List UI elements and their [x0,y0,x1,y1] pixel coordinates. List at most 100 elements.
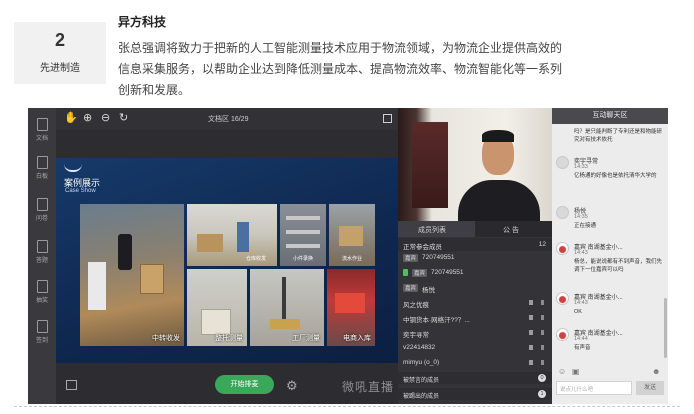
avatar [556,206,569,219]
member-row[interactable]: 中钢货本·网络汗??？... [398,311,552,325]
gift-icon [36,280,48,293]
member-panel: 成员列表 公 告 正常参会成员 12 嘉宾 720749551 嘉宾 72074… [398,108,552,404]
live-stream-app: 文档 白板 问卷 答题 抽奖 签到 ✋ ⊕ ⊖ ↻ 文档区 16/29 案例展示… [28,108,668,404]
muted-count: 0 [538,374,546,382]
chat-panel: 互动聊天区 吗？是只能判断了专利还是和物能研究对有技术依托 奕宇寻常 14:33… [552,108,668,404]
tool-label: 答题 [35,258,48,264]
chat-text: 有声音 [574,345,591,351]
member-row[interactable]: 嘉宾 720749551 [398,266,552,280]
member-actions-icon[interactable] [529,300,544,305]
tool-label: 问卷 [35,216,48,222]
zoom-out-icon[interactable]: ⊖ [101,111,110,124]
member-actions-icon[interactable] [529,315,544,320]
company-title: 异方科技 [118,15,167,29]
tool-document[interactable]: 文档 [28,118,56,142]
chat-text: OK [574,309,582,315]
member-row[interactable]: v22414832 [398,341,552,355]
rotate-icon[interactable]: ↻ [119,111,128,124]
tool-lottery[interactable]: 抽奖 [28,280,56,304]
presenter-video [398,108,552,221]
chat-time: 14:43 [574,250,588,256]
photo-small-warehouse: 小件录换 [280,204,326,266]
case-show-slide: 案例展示 Case Show 中转收发 仓库收发 小件录换 流水作业 整托测量 … [56,158,398,363]
chat-scrollbar[interactable] [664,298,667,358]
member-row[interactable]: mimyu (o_0) [398,356,552,370]
tool-label: 签到 [35,338,48,344]
document-toolbar: ✋ ⊕ ⊖ ↻ 文档区 16/29 [56,108,398,130]
online-label: 正常参会成员 [403,244,442,251]
slide-title-en: Case Show [65,188,96,194]
member-name: 720749551 [431,269,464,276]
divider [14,406,680,407]
member-actions-icon[interactable] [529,360,544,365]
image-icon[interactable]: ▣ [572,367,580,376]
left-toolbar: 文档 白板 问卷 答题 抽奖 签到 [28,108,56,404]
member-tag: 嘉宾 [403,284,419,292]
tab-members[interactable]: 成员列表 [418,225,446,235]
bottom-bar: 开始排麦 ⚙ 微吼直播 [56,366,398,404]
member-name: 中钢货本·网络汗??？... [403,317,470,324]
member-name: 奕宇寻常 [403,332,429,339]
photo-caption: 工厂测量 [292,335,320,342]
brand-watermark: 微吼直播 [342,380,395,394]
face-icon[interactable]: ☻ [652,367,660,376]
tool-whiteboard[interactable]: 白板 [28,156,56,180]
member-row[interactable]: 嘉宾 杨悦 [398,281,552,295]
section-category: 先进制造 [40,63,80,74]
photo-pallet: 整托测量 [187,269,247,346]
start-queue-button[interactable]: 开始排麦 [215,375,274,394]
avatar [556,242,569,255]
member-name: v22414832 [403,344,436,351]
article-paragraph: 张总强调将致力于把新的人工智能测量技术应用于物流领域，为物流企业提供高效的信息采… [118,41,563,97]
photo-caption: 整托测量 [215,335,243,342]
chat-input[interactable]: 说点儿什么吧 [556,381,632,395]
tool-label: 白板 [35,174,48,180]
member-tag: 嘉宾 [412,269,428,277]
online-members-header[interactable]: 正常参会成员 12 [398,238,552,251]
avatar [556,292,569,305]
chat-time: 14:44 [574,336,588,342]
chat-text: 亿杨通的好像也是依托清华大学的 [574,173,657,179]
member-row[interactable]: 嘉宾 720749551 [398,251,552,265]
tool-checkin[interactable]: 签到 [28,320,56,344]
tab-notice[interactable]: 公 告 [503,225,519,235]
chat-text: 正在接通 [574,223,597,229]
member-tag: 嘉宾 [403,254,419,262]
photo-caption: 电商入库 [343,335,371,342]
member-row[interactable]: 风之优痕 [398,296,552,310]
tool-label: 文档 [35,136,48,142]
gear-icon[interactable]: ⚙ [286,378,298,394]
share-icon[interactable] [66,380,77,390]
zoom-in-icon[interactable]: ⊕ [83,111,92,124]
member-name: mimyu (o_0) [403,359,440,366]
hand-icon[interactable]: ✋ [64,111,78,124]
member-actions-icon[interactable] [529,345,544,350]
photo-logistics: 中转收发 [80,204,184,346]
tool-questionnaire[interactable]: 问卷 [28,198,56,222]
member-row[interactable]: 奕宇寻常 [398,326,552,340]
checkin-icon [36,320,48,333]
photo-pipeline: 流水作业 [329,204,375,266]
kicked-members-header[interactable]: 被踢出的成员 1 [398,388,552,400]
muted-members-header[interactable]: 被禁言的成员 0 [398,372,552,384]
chat-text: 杨总，能说说都有不到声音，我们先调下一位嘉宾可以吗 [574,259,663,273]
emoji-icon[interactable]: ☺ [558,367,566,376]
section-number-box: 2 先进制造 [14,22,106,84]
section-number: 2 [54,30,65,50]
document-icon [36,118,48,131]
document-stage: ✋ ⊕ ⊖ ↻ 文档区 16/29 案例展示 Case Show 中转收发 仓库… [56,108,398,404]
photo-caption: 中转收发 [152,335,180,342]
chat-time: 14:35 [574,214,588,220]
kicked-label: 被踢出的成员 [403,394,440,400]
member-name: 风之优痕 [403,302,429,309]
send-button[interactable]: 发送 [636,381,664,395]
whiteboard-icon [36,156,48,169]
chat-text: 吗？是只能判断了专利还是和物能研究对有技术依托 [574,129,663,143]
photo-caption: 小件录换 [292,256,313,262]
chat-time: 14:33 [574,164,588,170]
member-name: 杨悦 [422,287,435,294]
tool-quiz[interactable]: 答题 [28,240,56,264]
quiz-icon [36,240,48,253]
member-actions-icon[interactable] [529,330,544,335]
fullscreen-icon[interactable] [383,114,392,123]
